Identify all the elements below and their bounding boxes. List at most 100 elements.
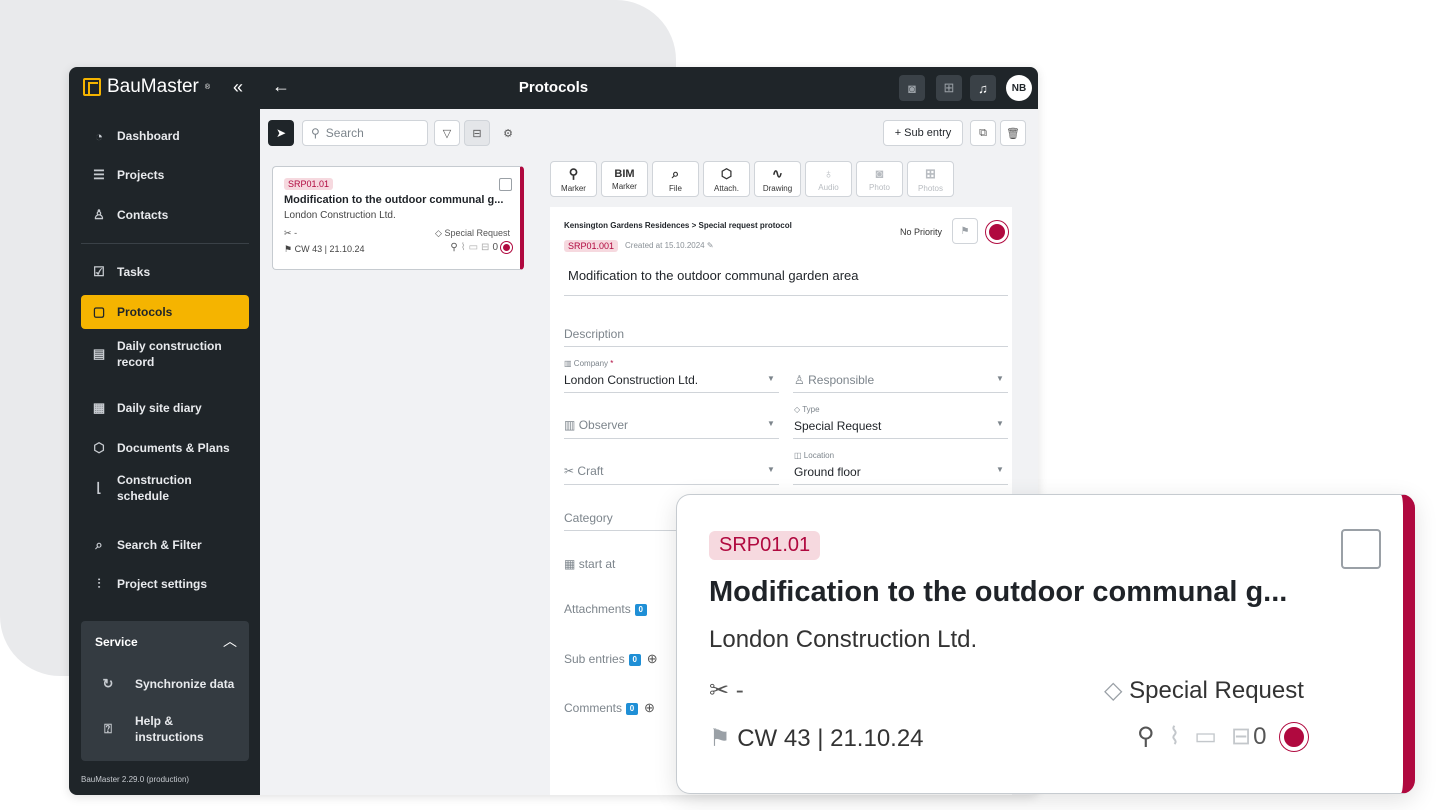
comments-section[interactable]: Comments 0 ⊕ bbox=[564, 700, 655, 716]
camera-icon[interactable]: ◙ bbox=[899, 75, 925, 101]
paperclip-icon: ⌕ bbox=[671, 165, 680, 181]
select-checkbox[interactable] bbox=[1341, 529, 1381, 569]
pencil-icon[interactable]: ✎ bbox=[707, 241, 714, 250]
attachments-label: Attachments bbox=[564, 602, 631, 616]
status-dot[interactable] bbox=[986, 221, 1008, 243]
type-select[interactable]: Special Request bbox=[794, 419, 881, 433]
sidebar-item-documents-plans[interactable]: ⬡ Documents & Plans bbox=[81, 431, 249, 465]
bim-icon: BIM bbox=[614, 167, 635, 180]
sidebar-item-contacts[interactable]: ♙ Contacts bbox=[81, 198, 249, 232]
responsible-select[interactable]: ♙ Responsible bbox=[794, 373, 874, 387]
attachments-count: 0 bbox=[634, 604, 647, 616]
trash-icon[interactable]: 🗑 bbox=[1000, 120, 1026, 146]
sidebar-item-project-settings[interactable]: ⫶ Project settings bbox=[81, 567, 249, 601]
attach-label: Photos bbox=[918, 183, 943, 193]
service-title: Service bbox=[95, 635, 138, 649]
sub-entries-toggle-icon[interactable]: ⊟ bbox=[464, 120, 490, 146]
company-select[interactable]: London Construction Ltd. bbox=[564, 373, 698, 387]
search-input[interactable]: ⚲ Search bbox=[302, 120, 428, 146]
file-button[interactable]: ⌕ File bbox=[652, 161, 699, 197]
sidebar-item-daily-site-diary[interactable]: ▦ Daily site diary bbox=[81, 391, 249, 425]
attach-label: Drawing bbox=[762, 183, 793, 193]
building-icon: ▦ bbox=[92, 400, 106, 415]
divider bbox=[564, 438, 779, 439]
add-photo-icon[interactable]: ⊞ bbox=[936, 75, 962, 101]
attach-label: Marker bbox=[612, 181, 637, 191]
add-circle-icon[interactable]: ⊕ bbox=[647, 651, 658, 667]
protocol-type: ◇ Special Request bbox=[1104, 676, 1304, 705]
status-dot[interactable] bbox=[1280, 722, 1309, 751]
sub-entries-section[interactable]: Sub entries 0 ⊕ bbox=[564, 651, 658, 667]
sliders-icon: ⫶ bbox=[97, 576, 101, 591]
status-dot[interactable] bbox=[501, 242, 512, 253]
description-field[interactable]: Description bbox=[564, 327, 624, 341]
microphone-icon: ♁ bbox=[823, 166, 834, 181]
send-icon[interactable]: ➤ bbox=[268, 120, 294, 146]
page-title: Protocols bbox=[518, 79, 589, 96]
drawing-icon: ∿ bbox=[772, 165, 783, 181]
protocol-title: Modification to the outdoor communal g..… bbox=[709, 576, 1288, 608]
bim-marker-button[interactable]: BIM Marker bbox=[601, 161, 648, 197]
location-pin-icon: ⚲ bbox=[450, 242, 458, 253]
sidebar-item-label: Dashboard bbox=[117, 129, 180, 143]
add-circle-icon[interactable]: ⊕ bbox=[644, 700, 655, 716]
sidebar-item-tasks[interactable]: ☑ Tasks bbox=[81, 255, 249, 289]
service-item-synchronize[interactable]: ↻ Synchronize data bbox=[81, 667, 249, 701]
protocol-craft-value: - bbox=[294, 228, 298, 238]
search-placeholder: Search bbox=[325, 126, 364, 140]
chevron-up-icon[interactable]: ︿ bbox=[223, 631, 237, 651]
sidebar-item-label: Documents & Plans bbox=[117, 441, 230, 455]
sidebar-item-search-filter[interactable]: ⌕ Search & Filter bbox=[81, 528, 249, 562]
priority-flag-icon[interactable]: ⚑ bbox=[952, 218, 978, 244]
photos-button[interactable]: ⊞ Photos bbox=[907, 161, 954, 197]
comments-label: Comments bbox=[564, 701, 623, 715]
filter-icon[interactable]: ▽ bbox=[434, 120, 460, 146]
protocol-deadline: ⚑ CW 43 | 21.10.24 bbox=[709, 724, 924, 753]
avatar[interactable]: NB bbox=[1006, 75, 1032, 101]
breadcrumb[interactable]: Kensington Gardens Residences > Special … bbox=[564, 221, 792, 230]
add-sub-entry-button[interactable]: + Sub entry bbox=[883, 120, 963, 146]
attach-button[interactable]: ⬡ Attach. bbox=[703, 161, 750, 197]
gauge-icon: ◔ bbox=[95, 128, 103, 144]
divider bbox=[564, 392, 779, 393]
chevron-down-icon[interactable]: ▼ bbox=[996, 374, 1004, 383]
sidebar-item-dashboard[interactable]: ◔ Dashboard bbox=[81, 119, 249, 153]
divider bbox=[793, 438, 1008, 439]
created-at: Created at 15.10.2024 ✎ bbox=[625, 241, 714, 250]
chevron-down-icon[interactable]: ▼ bbox=[996, 419, 1004, 428]
service-item-help[interactable]: ⍰ Help & instructions bbox=[81, 709, 249, 749]
sidebar-item-construction-schedule[interactable]: ⌊ Construction schedule bbox=[81, 468, 249, 508]
audio-button[interactable]: ♁ Audio bbox=[805, 161, 852, 197]
start-date-field[interactable]: ▦ start at bbox=[564, 557, 615, 571]
chevron-down-icon[interactable]: ▼ bbox=[996, 465, 1004, 474]
chart-icon: ⌊ bbox=[96, 480, 102, 495]
location-select[interactable]: Ground floor bbox=[794, 465, 861, 479]
select-checkbox[interactable] bbox=[499, 178, 512, 191]
settings-icon[interactable]: ⚙ bbox=[495, 120, 521, 146]
sidebar: ◔ Dashboard ☰ Projects ♙ Contacts ☑ Tasks ▢ P… bbox=[69, 109, 260, 795]
comment-icon: ▭ bbox=[1194, 723, 1217, 750]
attachment-toolbar: ⚲ Marker BIM Marker ⌕ File ⬡ Attach. ∿ Drawin… bbox=[550, 161, 954, 197]
photo-button[interactable]: ◙ Photo bbox=[856, 161, 903, 197]
protocol-card-zoom[interactable]: SRP01.01 Modification to the outdoor com… bbox=[676, 494, 1415, 794]
sidebar-item-protocols[interactable]: ▢ Protocols bbox=[81, 295, 249, 329]
protocol-indicators: ⚲ ⌇ ▭ ⊟ 0 bbox=[450, 242, 512, 253]
title-field[interactable]: Modification to the outdoor communal gar… bbox=[568, 268, 859, 283]
attachments-section[interactable]: Attachments 0 bbox=[564, 602, 647, 616]
drawing-button[interactable]: ∿ Drawing bbox=[754, 161, 801, 197]
company-caption-text: Company bbox=[573, 359, 609, 368]
marker-button[interactable]: ⚲ Marker bbox=[550, 161, 597, 197]
copy-icon[interactable]: ⧉ bbox=[970, 120, 996, 146]
sidebar-item-projects[interactable]: ☰ Projects bbox=[81, 158, 249, 192]
protocol-card[interactable]: SRP01.01 Modification to the outdoor com… bbox=[272, 166, 524, 270]
location-caption: ◫ Location bbox=[794, 451, 834, 460]
observer-select[interactable]: ▥ Observer bbox=[564, 418, 628, 432]
craft-select[interactable]: ✂ Craft bbox=[564, 464, 603, 478]
chevron-down-icon[interactable]: ▼ bbox=[767, 465, 775, 474]
sidebar-item-daily-construction-record[interactable]: ▤ Daily construction record bbox=[81, 334, 249, 374]
chevron-down-icon[interactable]: ▼ bbox=[767, 374, 775, 383]
category-select[interactable]: Category bbox=[564, 511, 613, 525]
bell-icon[interactable]: ♫ bbox=[970, 75, 996, 101]
divider bbox=[564, 295, 1008, 296]
chevron-down-icon[interactable]: ▼ bbox=[767, 419, 775, 428]
